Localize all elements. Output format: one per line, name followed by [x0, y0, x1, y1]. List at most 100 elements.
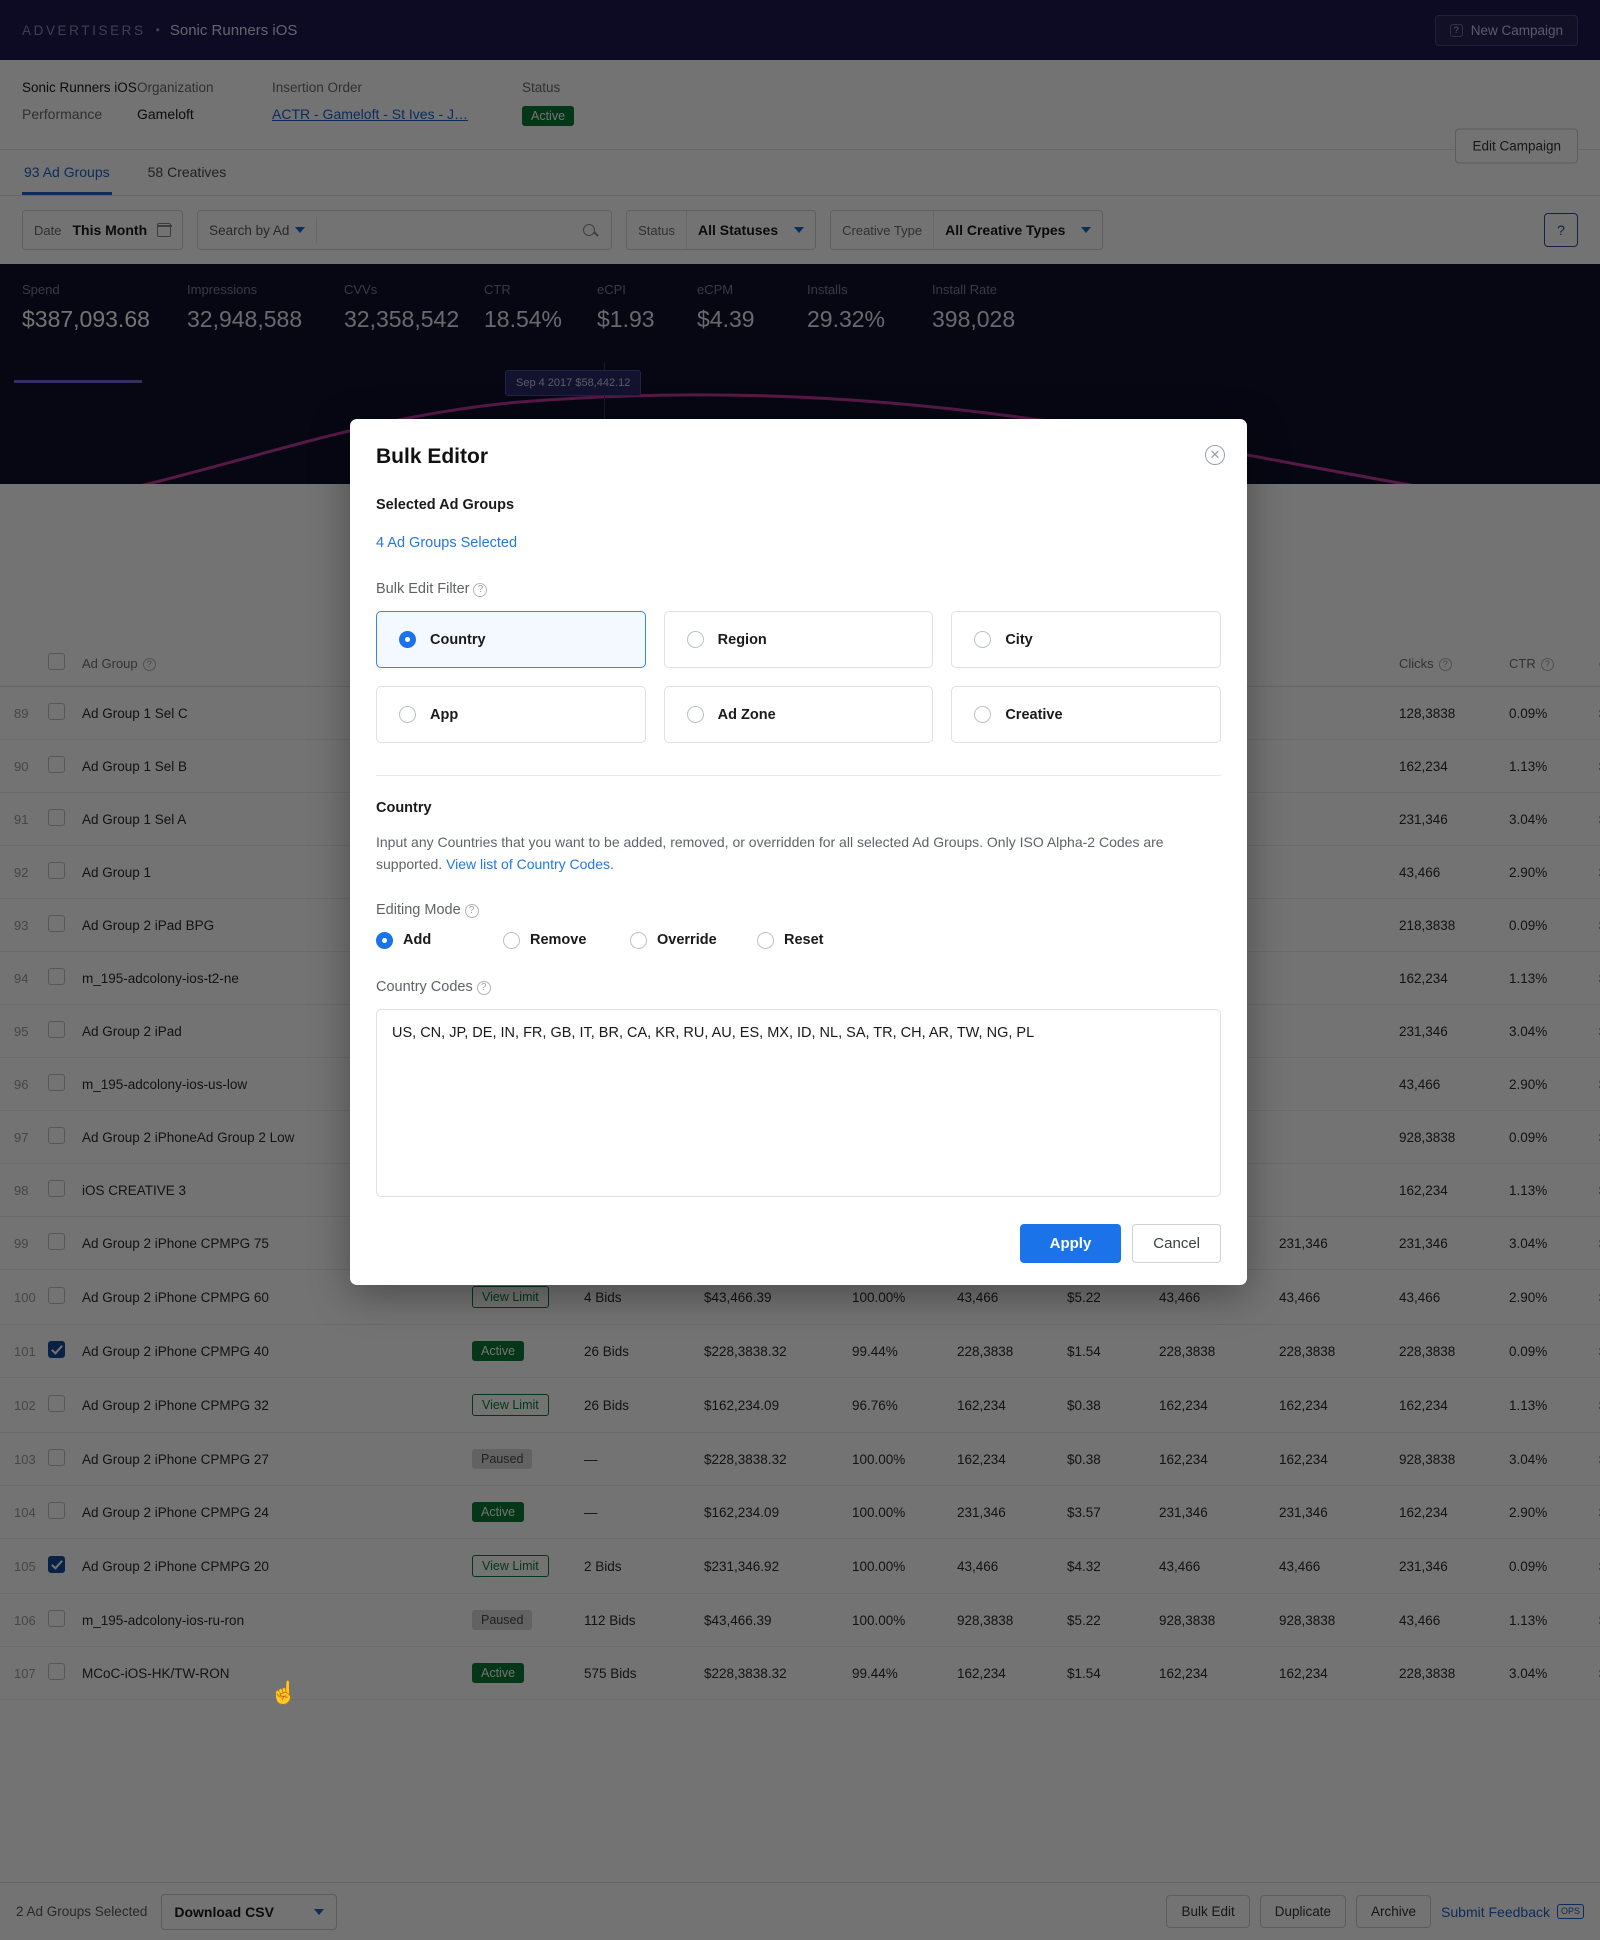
row-checkbox-cell[interactable]: [48, 1538, 82, 1594]
row-checkbox-cell[interactable]: [48, 951, 82, 1005]
row-checkbox[interactable]: [48, 1395, 65, 1412]
table-row[interactable]: 103 Ad Group 2 iPhone CPMPG 27 Paused — $228…: [0, 1432, 1600, 1486]
row-checkbox[interactable]: [48, 1233, 65, 1250]
radio-icon[interactable]: [630, 931, 647, 949]
view-limit-badge[interactable]: View Limit: [472, 1286, 549, 1308]
row-checkbox-cell[interactable]: [48, 1004, 82, 1058]
ad-group-name[interactable]: Ad Group 2 iPhone CPMPG 40: [82, 1324, 472, 1378]
tab-ad-groups[interactable]: 93 Ad Groups: [22, 150, 112, 195]
editing-mode-remove[interactable]: Remove: [503, 931, 630, 949]
table-row[interactable]: 102 Ad Group 2 iPhone CPMPG 32 View Limit 2…: [0, 1377, 1600, 1433]
help-icon[interactable]: ?: [476, 980, 491, 995]
ad-group-name[interactable]: m_195-adcolony-ios-ru-ron: [82, 1593, 472, 1647]
help-icon[interactable]: ?: [464, 903, 479, 918]
archive-button[interactable]: Archive: [1356, 1895, 1432, 1928]
th-clicks[interactable]: Clicks?: [1399, 640, 1509, 687]
help-icon[interactable]: ?: [1540, 657, 1554, 671]
country-codes-link[interactable]: View list of Country Codes: [446, 856, 610, 872]
view-limit-badge[interactable]: View Limit: [472, 1394, 549, 1416]
radio-icon[interactable]: [376, 931, 393, 949]
creative-type-filter[interactable]: Creative Type All Creative Types: [830, 210, 1104, 250]
row-checkbox[interactable]: [48, 1180, 65, 1197]
search-input[interactable]: [317, 221, 584, 239]
th-ctr[interactable]: CTR?: [1509, 640, 1599, 687]
duplicate-button[interactable]: Duplicate: [1259, 1895, 1347, 1928]
row-checkbox-cell[interactable]: [48, 845, 82, 899]
help-icon[interactable]: ?: [473, 583, 488, 597]
breadcrumb-account[interactable]: Sonic Runners iOS: [170, 22, 298, 39]
help-icon[interactable]: ?: [1438, 657, 1452, 671]
table-row[interactable]: 104 Ad Group 2 iPhone CPMPG 24 Active — $162…: [0, 1485, 1600, 1539]
insertion-order-link[interactable]: ACTR - Gameloft - St Ives - J…: [272, 106, 468, 122]
editing-mode-reset[interactable]: Reset: [757, 931, 884, 949]
row-checkbox[interactable]: [48, 1074, 65, 1091]
row-checkbox-cell[interactable]: [48, 1269, 82, 1325]
select-all-checkbox-cell[interactable]: [48, 640, 82, 687]
radio-icon[interactable]: [686, 706, 704, 723]
radio-icon[interactable]: [974, 706, 992, 723]
metric-install-rate[interactable]: Install Rate 398,028: [932, 282, 1082, 333]
table-row[interactable]: 107 MCoC-iOS-HK/TW-RON Active 575 Bids $228,…: [0, 1646, 1600, 1700]
metric-ctr[interactable]: CTR 18.54%: [484, 282, 597, 333]
close-icon[interactable]: ✕: [1205, 445, 1225, 465]
tab-creatives[interactable]: 58 Creatives: [146, 150, 229, 195]
apply-button[interactable]: Apply: [1019, 1223, 1122, 1263]
row-checkbox[interactable]: [48, 1021, 65, 1038]
table-row[interactable]: 106 m_195-adcolony-ios-ru-ron Paused 112 Bi…: [0, 1593, 1600, 1647]
row-checkbox-cell[interactable]: [48, 792, 82, 846]
country-codes-textarea[interactable]: US, CN, JP, DE, IN, FR, GB, IT, BR, CA, …: [376, 1008, 1221, 1197]
row-checkbox[interactable]: [48, 1341, 65, 1358]
cancel-button[interactable]: Cancel: [1132, 1223, 1221, 1263]
row-checkbox[interactable]: [48, 1556, 65, 1573]
help-icon[interactable]: ?: [142, 657, 156, 671]
metric-impressions[interactable]: Impressions 32,948,588: [187, 282, 344, 333]
row-checkbox-cell[interactable]: [48, 1485, 82, 1539]
row-checkbox[interactable]: [48, 1449, 65, 1466]
row-checkbox-cell[interactable]: [48, 1377, 82, 1433]
row-checkbox-cell[interactable]: [48, 686, 82, 740]
row-checkbox[interactable]: [48, 703, 65, 720]
filter-option-city[interactable]: City: [951, 611, 1221, 668]
radio-icon[interactable]: [399, 706, 416, 723]
row-checkbox[interactable]: [48, 968, 65, 985]
metric-ecpi[interactable]: eCPI $1.93: [597, 282, 697, 333]
row-checkbox[interactable]: [48, 1127, 65, 1144]
radio-icon[interactable]: [399, 631, 416, 648]
edit-campaign-button[interactable]: Edit Campaign: [1455, 128, 1578, 164]
view-limit-badge[interactable]: View Limit: [472, 1555, 549, 1577]
ad-group-name[interactable]: Ad Group 2 iPhone CPMPG 24: [82, 1485, 472, 1539]
ad-group-name[interactable]: Ad Group 2 iPhone CPMPG 32: [82, 1377, 472, 1433]
row-checkbox-cell[interactable]: [48, 1163, 82, 1217]
radio-icon[interactable]: [503, 931, 520, 949]
status-filter[interactable]: Status All Statuses: [626, 210, 817, 250]
download-csv-select[interactable]: Download CSV: [161, 1893, 337, 1930]
ad-group-name[interactable]: Ad Group 2 iPhone CPMPG 27: [82, 1432, 472, 1486]
help-icon[interactable]: ?: [1544, 213, 1578, 247]
filter-option-region[interactable]: Region: [663, 611, 934, 668]
ad-group-name[interactable]: Ad Group 2 iPhone CPMPG 20: [82, 1538, 472, 1594]
selected-ad-groups-link[interactable]: 4 Ad Groups Selected: [376, 535, 1221, 551]
row-checkbox-cell[interactable]: [48, 1593, 82, 1647]
filter-option-ad-zone[interactable]: Ad Zone: [663, 686, 934, 743]
filter-option-country[interactable]: Country: [376, 611, 646, 668]
row-checkbox[interactable]: [48, 862, 65, 879]
row-checkbox-cell[interactable]: [48, 1432, 82, 1486]
table-row[interactable]: 105 Ad Group 2 iPhone CPMPG 20 View Limit 2…: [0, 1538, 1600, 1594]
row-checkbox-cell[interactable]: [48, 1110, 82, 1164]
radio-icon[interactable]: [757, 931, 774, 949]
bulk-edit-button[interactable]: Bulk Edit: [1166, 1895, 1250, 1928]
table-row[interactable]: 101 Ad Group 2 iPhone CPMPG 40 Active 26 Bi…: [0, 1324, 1600, 1378]
filter-option-app[interactable]: App: [376, 686, 646, 743]
submit-feedback-link[interactable]: Submit Feedback OPS: [1441, 1904, 1584, 1920]
editing-mode-add[interactable]: Add: [376, 931, 503, 949]
row-checkbox-cell[interactable]: [48, 898, 82, 952]
row-checkbox[interactable]: [48, 915, 65, 932]
row-checkbox-cell[interactable]: [48, 1216, 82, 1270]
row-checkbox-cell[interactable]: [48, 739, 82, 793]
date-filter[interactable]: Date This Month: [22, 210, 184, 250]
metric-installs[interactable]: Installs 29.32%: [807, 282, 932, 333]
editing-mode-override[interactable]: Override: [630, 931, 757, 949]
search-by-ad-filter[interactable]: Search by Ad: [197, 210, 613, 250]
filter-option-creative[interactable]: Creative: [951, 686, 1221, 743]
row-checkbox[interactable]: [48, 809, 65, 826]
